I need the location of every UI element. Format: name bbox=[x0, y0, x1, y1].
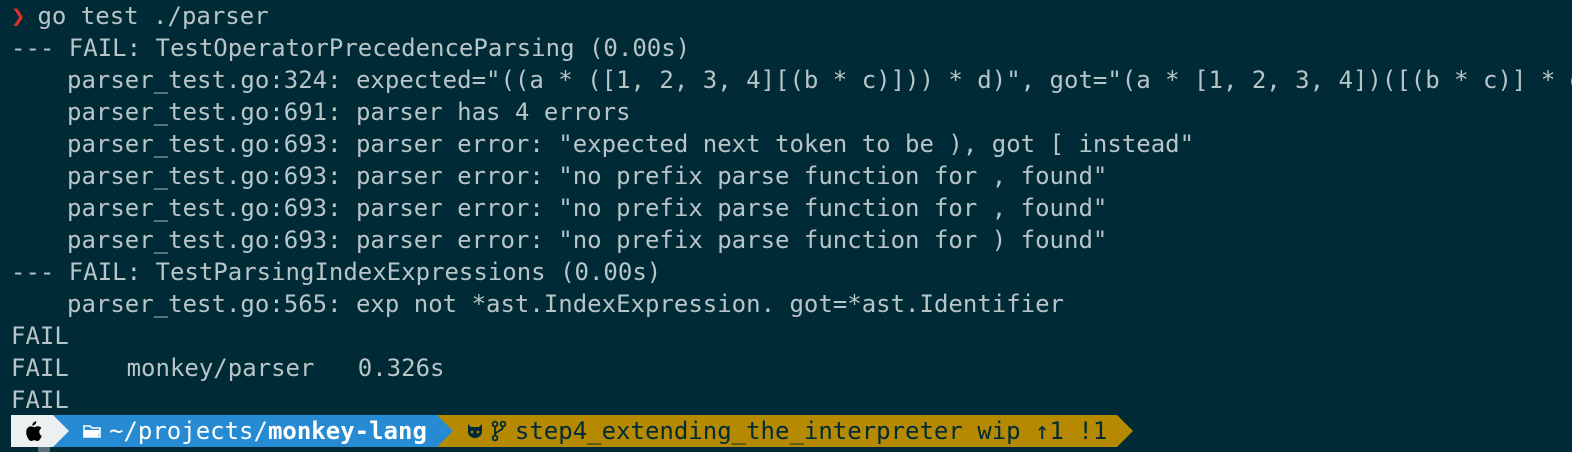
prompt-statusbar: ~/projects/monkey-lang step4_extending_t… bbox=[11, 415, 1134, 447]
output-line: --- FAIL: TestParsingIndexExpressions (0… bbox=[11, 258, 662, 286]
output-line: parser_test.go:565: exp not *ast.IndexEx… bbox=[67, 290, 1064, 318]
segment-separator bbox=[436, 415, 453, 447]
prompt-line: ❯ go test ./parser bbox=[11, 0, 1571, 32]
segment-separator bbox=[53, 415, 69, 447]
segment-separator bbox=[1117, 415, 1134, 447]
apple-icon bbox=[21, 419, 43, 443]
directory-segment: ~/projects/monkey-lang bbox=[69, 415, 437, 447]
output-line: parser_test.go:691: parser has 4 errors bbox=[67, 98, 631, 126]
cursor bbox=[38, 447, 50, 452]
output-line: --- FAIL: TestOperatorPrecedenceParsing … bbox=[11, 34, 691, 62]
output-line: parser_test.go:693: parser error: "no pr… bbox=[67, 226, 1108, 254]
output-line: FAIL bbox=[11, 322, 69, 350]
output-line: parser_test.go:693: parser error: "expec… bbox=[67, 130, 1195, 158]
path-directory: monkey-lang bbox=[267, 417, 427, 445]
terminal-output: ❯ go test ./parser --- FAIL: TestOperator… bbox=[11, 0, 1572, 416]
output-line: parser_test.go:324: expected="((a * ([1,… bbox=[67, 66, 1572, 94]
prompt-arrow-icon: ❯ bbox=[11, 2, 26, 30]
command-text: go test ./parser bbox=[37, 2, 269, 30]
output-line: parser_test.go:693: parser error: "no pr… bbox=[67, 194, 1108, 222]
output-line: FAIL bbox=[11, 386, 69, 414]
folder-icon bbox=[83, 423, 101, 439]
path-prefix: ~/projects/ bbox=[109, 417, 268, 445]
vcs-segment: step4_extending_the_interpreter wip ↑1 !… bbox=[452, 415, 1118, 447]
output-line: parser_test.go:693: parser error: "no pr… bbox=[67, 162, 1108, 190]
github-icon bbox=[465, 422, 485, 440]
git-branch-status: step4_extending_the_interpreter wip ↑1 !… bbox=[514, 417, 1108, 445]
output-line: FAIL monkey/parser 0.326s bbox=[11, 354, 445, 382]
git-branch-icon bbox=[491, 420, 507, 442]
os-segment bbox=[11, 415, 53, 447]
